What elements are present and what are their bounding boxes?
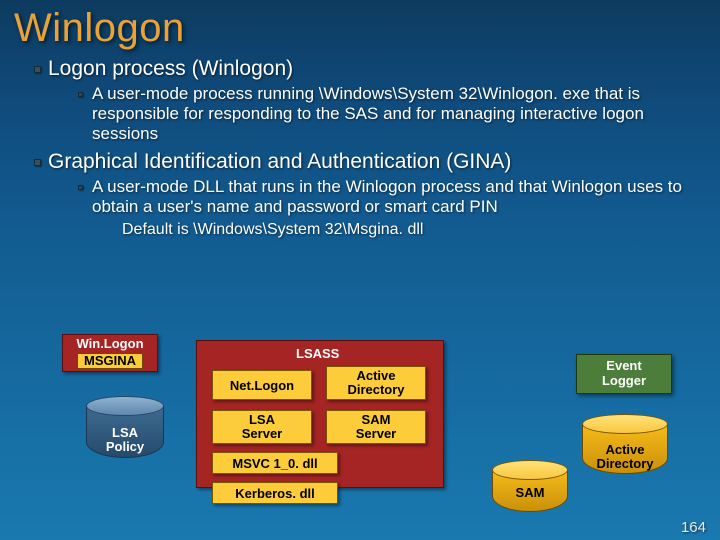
label: Active Directory <box>582 443 668 472</box>
box-event-logger: Event Logger <box>576 354 672 394</box>
architecture-diagram: Win.Logon MSGINA LSASS Net.Logon Active … <box>0 332 720 522</box>
bullet-gina: Graphical Identification and Authenticat… <box>34 150 696 239</box>
box-lsa-server: LSA Server <box>212 410 312 444</box>
cylinder-sam: SAM <box>492 460 568 512</box>
box-kerberos: Kerberos. dll <box>212 482 338 504</box>
slide-content: Logon process (Winlogon) A user-mode pro… <box>0 51 720 239</box>
box-msgina: MSGINA <box>77 353 143 370</box>
subbullet-text: A user-mode DLL that runs in the Winlogo… <box>92 177 696 217</box>
box-netlogon: Net.Logon <box>212 370 312 400</box>
bullet-text: Graphical Identification and Authenticat… <box>48 150 696 174</box>
subbullet: A user-mode DLL that runs in the Winlogo… <box>78 177 696 239</box>
bullet-text: Logon process (Winlogon) <box>48 57 696 81</box>
slide-title: Winlogon <box>0 0 720 51</box>
bullet-logon-process: Logon process (Winlogon) A user-mode pro… <box>34 57 696 144</box>
box-sam-server: SAM Server <box>326 410 426 444</box>
label: Win.Logon <box>76 337 143 352</box>
cylinder-active-directory: Active Directory <box>582 414 668 474</box>
box-msvc: MSVC 1_0. dll <box>212 452 338 474</box>
subsubbullet-text: Default is \Windows\System 32\Msgina. dl… <box>122 221 696 239</box>
subbullet: A user-mode process running \Windows\Sys… <box>78 84 696 144</box>
box-active-directory: Active Directory <box>326 366 426 400</box>
subbullet-text: A user-mode process running \Windows\Sys… <box>92 84 696 144</box>
cylinder-lsa-policy: LSA Policy <box>86 396 164 458</box>
slide-number: 164 <box>681 519 706 536</box>
subsubbullet: Default is \Windows\System 32\Msgina. dl… <box>122 221 696 239</box>
label: LSA Policy <box>86 426 164 455</box>
label-lsass: LSASS <box>296 346 339 361</box>
box-winlogon: Win.Logon MSGINA <box>62 334 158 372</box>
label: SAM <box>492 485 568 500</box>
